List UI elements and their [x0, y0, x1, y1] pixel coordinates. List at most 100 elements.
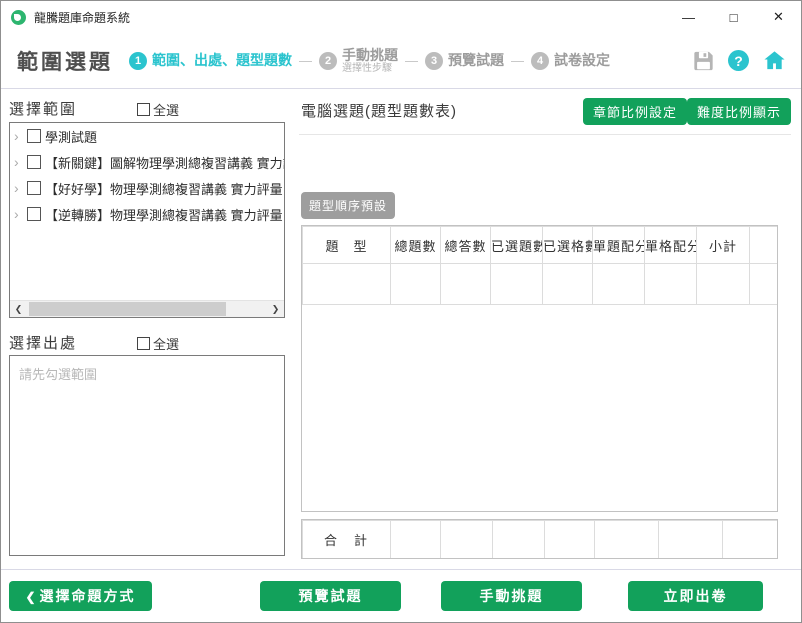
chevron-right-icon[interactable]: › — [14, 180, 27, 196]
col-total-answers: 總答數 — [441, 227, 491, 264]
tree-item-checkbox[interactable] — [27, 181, 41, 195]
save-icon[interactable] — [692, 50, 715, 72]
total-row: 合 計 — [303, 521, 779, 559]
tree-item-checkbox[interactable] — [27, 155, 41, 169]
tree-item-exam[interactable]: › 學測試題 — [10, 123, 284, 149]
source-select-all-label: 全選 — [153, 334, 179, 353]
help-icon[interactable]: ? — [728, 50, 749, 71]
range-panel-title: 選擇範圍 — [9, 101, 77, 118]
tree-item-book-1[interactable]: › 【新關鍵】圖解物理學測總複習講義 實力評量 — [10, 149, 284, 175]
step-connector: — — [511, 53, 524, 68]
main-content: 選擇範圍 全選 › 學測試題 › 【新關鍵】圖解物理學測總複習講義 實力評量 — [1, 89, 801, 570]
empty-cell — [593, 264, 645, 305]
question-type-table: 題 型 總題數 總答數 已選題數 已選格數 單題配分 單格配分 小計 — [301, 225, 778, 512]
scroll-left-icon[interactable]: ❮ — [10, 301, 27, 317]
table-header-row: 題 型 總題數 總答數 已選題數 已選格數 單題配分 單格配分 小計 — [303, 227, 779, 264]
wizard-steps: 1 範圍、出處、題型題數 — 2 手動挑題 選擇性步驟 — 3 預覽試題 — 4… — [129, 47, 610, 75]
header-icons: ? — [692, 49, 787, 72]
scrollbar-track[interactable] — [27, 301, 267, 317]
empty-cell — [491, 264, 543, 305]
chevron-right-icon[interactable]: › — [14, 128, 27, 144]
scrollbar-thumb[interactable] — [29, 302, 226, 316]
total-cell — [441, 521, 493, 559]
source-select-all-checkbox[interactable] — [137, 337, 150, 350]
manual-pick-button[interactable]: 手動挑題 — [441, 581, 582, 611]
tree-item-label: 【新關鍵】圖解物理學測總複習講義 實力評量 — [45, 153, 284, 172]
total-cell — [723, 521, 779, 559]
total-cell — [595, 521, 659, 559]
chevron-right-icon[interactable]: › — [14, 154, 27, 170]
preview-questions-button[interactable]: 預覽試題 — [260, 581, 401, 611]
range-select-all-checkbox[interactable] — [137, 103, 150, 116]
step-3-preview[interactable]: 3 預覽試題 — [425, 52, 504, 70]
difficulty-ratio-button[interactable]: 難度比例顯示 — [687, 98, 791, 125]
total-row-table: 合 計 — [301, 519, 778, 559]
tree-item-label: 【好好學】物理學測總複習講義 實力評量 — [45, 179, 283, 198]
source-list[interactable]: 請先勾選範圍 — [9, 355, 285, 556]
step-1-range[interactable]: 1 範圍、出處、題型題數 — [129, 52, 292, 70]
chapter-ratio-button[interactable]: 章節比例設定 — [583, 98, 687, 125]
tree-item-checkbox[interactable] — [27, 207, 41, 221]
tree-item-book-2[interactable]: › 【好好學】物理學測總複習講義 實力評量 — [10, 175, 284, 201]
total-cell — [391, 521, 441, 559]
titlebar: 龍騰題庫命題系統 — □ ✕ — [1, 1, 801, 33]
chevron-right-icon[interactable]: › — [14, 206, 27, 222]
step-2-manual-pick[interactable]: 2 手動挑題 選擇性步驟 — [319, 47, 398, 75]
col-total-questions: 總題數 — [391, 227, 441, 264]
home-icon[interactable] — [762, 49, 787, 72]
step-1-number: 1 — [129, 52, 147, 70]
page-title: 範圍選題 — [17, 46, 113, 76]
page-header: 範圍選題 1 範圍、出處、題型題數 — 2 手動挑題 選擇性步驟 — 3 預覽試… — [1, 33, 801, 89]
right-column: 電腦選題(題型題數表) 章節比例設定 難度比例顯示 題型順序預設 題 型 總題數… — [299, 89, 791, 569]
col-spacer — [750, 227, 779, 264]
step-connector: — — [405, 53, 418, 68]
step-1-label: 範圍、出處、題型題數 — [152, 52, 292, 68]
empty-cell — [303, 264, 391, 305]
total-cell — [659, 521, 723, 559]
empty-cell — [441, 264, 491, 305]
generate-paper-button[interactable]: 立即出卷 — [628, 581, 763, 611]
close-icon[interactable]: ✕ — [756, 1, 801, 33]
tree-item-book-3[interactable]: › 【逆轉勝】物理學測總複習講義 實力評量 — [10, 201, 284, 227]
step-4-paper-settings[interactable]: 4 試卷設定 — [531, 52, 610, 70]
maximize-icon[interactable]: □ — [711, 1, 756, 33]
chevron-left-icon: ❮ — [25, 590, 35, 604]
step-2-label: 手動挑題 選擇性步驟 — [342, 47, 398, 75]
range-select-all[interactable]: 全選 — [137, 100, 179, 119]
range-select-all-label: 全選 — [153, 100, 179, 119]
type-order-badge[interactable]: 題型順序預設 — [301, 192, 395, 219]
total-cell — [545, 521, 595, 559]
empty-cell — [391, 264, 441, 305]
empty-cell — [697, 264, 750, 305]
scroll-right-icon[interactable]: ❯ — [267, 301, 284, 317]
source-select-all[interactable]: 全選 — [137, 334, 179, 353]
source-panel-title: 選擇出處 — [9, 335, 77, 352]
tree-item-checkbox[interactable] — [27, 129, 41, 143]
back-to-mode-button[interactable]: ❮選擇命題方式 — [9, 581, 152, 611]
step-4-label: 試卷設定 — [554, 52, 610, 68]
range-section-header: 選擇範圍 全選 — [9, 98, 285, 122]
source-section-header: 選擇出處 全選 — [9, 332, 285, 356]
col-selected-questions: 已選題數 — [491, 227, 543, 264]
col-points-per-question: 單題配分 — [593, 227, 645, 264]
step-3-number: 3 — [425, 52, 443, 70]
step-4-number: 4 — [531, 52, 549, 70]
minimize-icon[interactable]: — — [666, 1, 711, 33]
step-2-number: 2 — [319, 52, 337, 70]
app-window: 龍騰題庫命題系統 — □ ✕ 範圍選題 1 範圍、出處、題型題數 — 2 手動挑… — [0, 0, 802, 623]
range-tree[interactable]: › 學測試題 › 【新關鍵】圖解物理學測總複習講義 實力評量 › 【好好學】物理… — [9, 122, 285, 318]
total-cell — [493, 521, 545, 559]
tree-item-label: 學測試題 — [45, 127, 97, 146]
source-placeholder: 請先勾選範圍 — [19, 367, 97, 382]
step-2-sublabel: 選擇性步驟 — [342, 63, 398, 75]
col-selected-cells: 已選格數 — [543, 227, 593, 264]
tree-item-label: 【逆轉勝】物理學測總複習講義 實力評量 — [45, 205, 283, 224]
empty-cell — [645, 264, 697, 305]
app-logo-icon — [11, 10, 26, 25]
step-3-label: 預覽試題 — [448, 52, 504, 68]
app-title: 龍騰題庫命題系統 — [34, 9, 130, 26]
empty-cell — [750, 264, 779, 305]
computer-pick-title: 電腦選題(題型題數表) — [301, 100, 457, 121]
empty-cell — [543, 264, 593, 305]
horizontal-scrollbar[interactable]: ❮ ❯ — [10, 300, 284, 317]
